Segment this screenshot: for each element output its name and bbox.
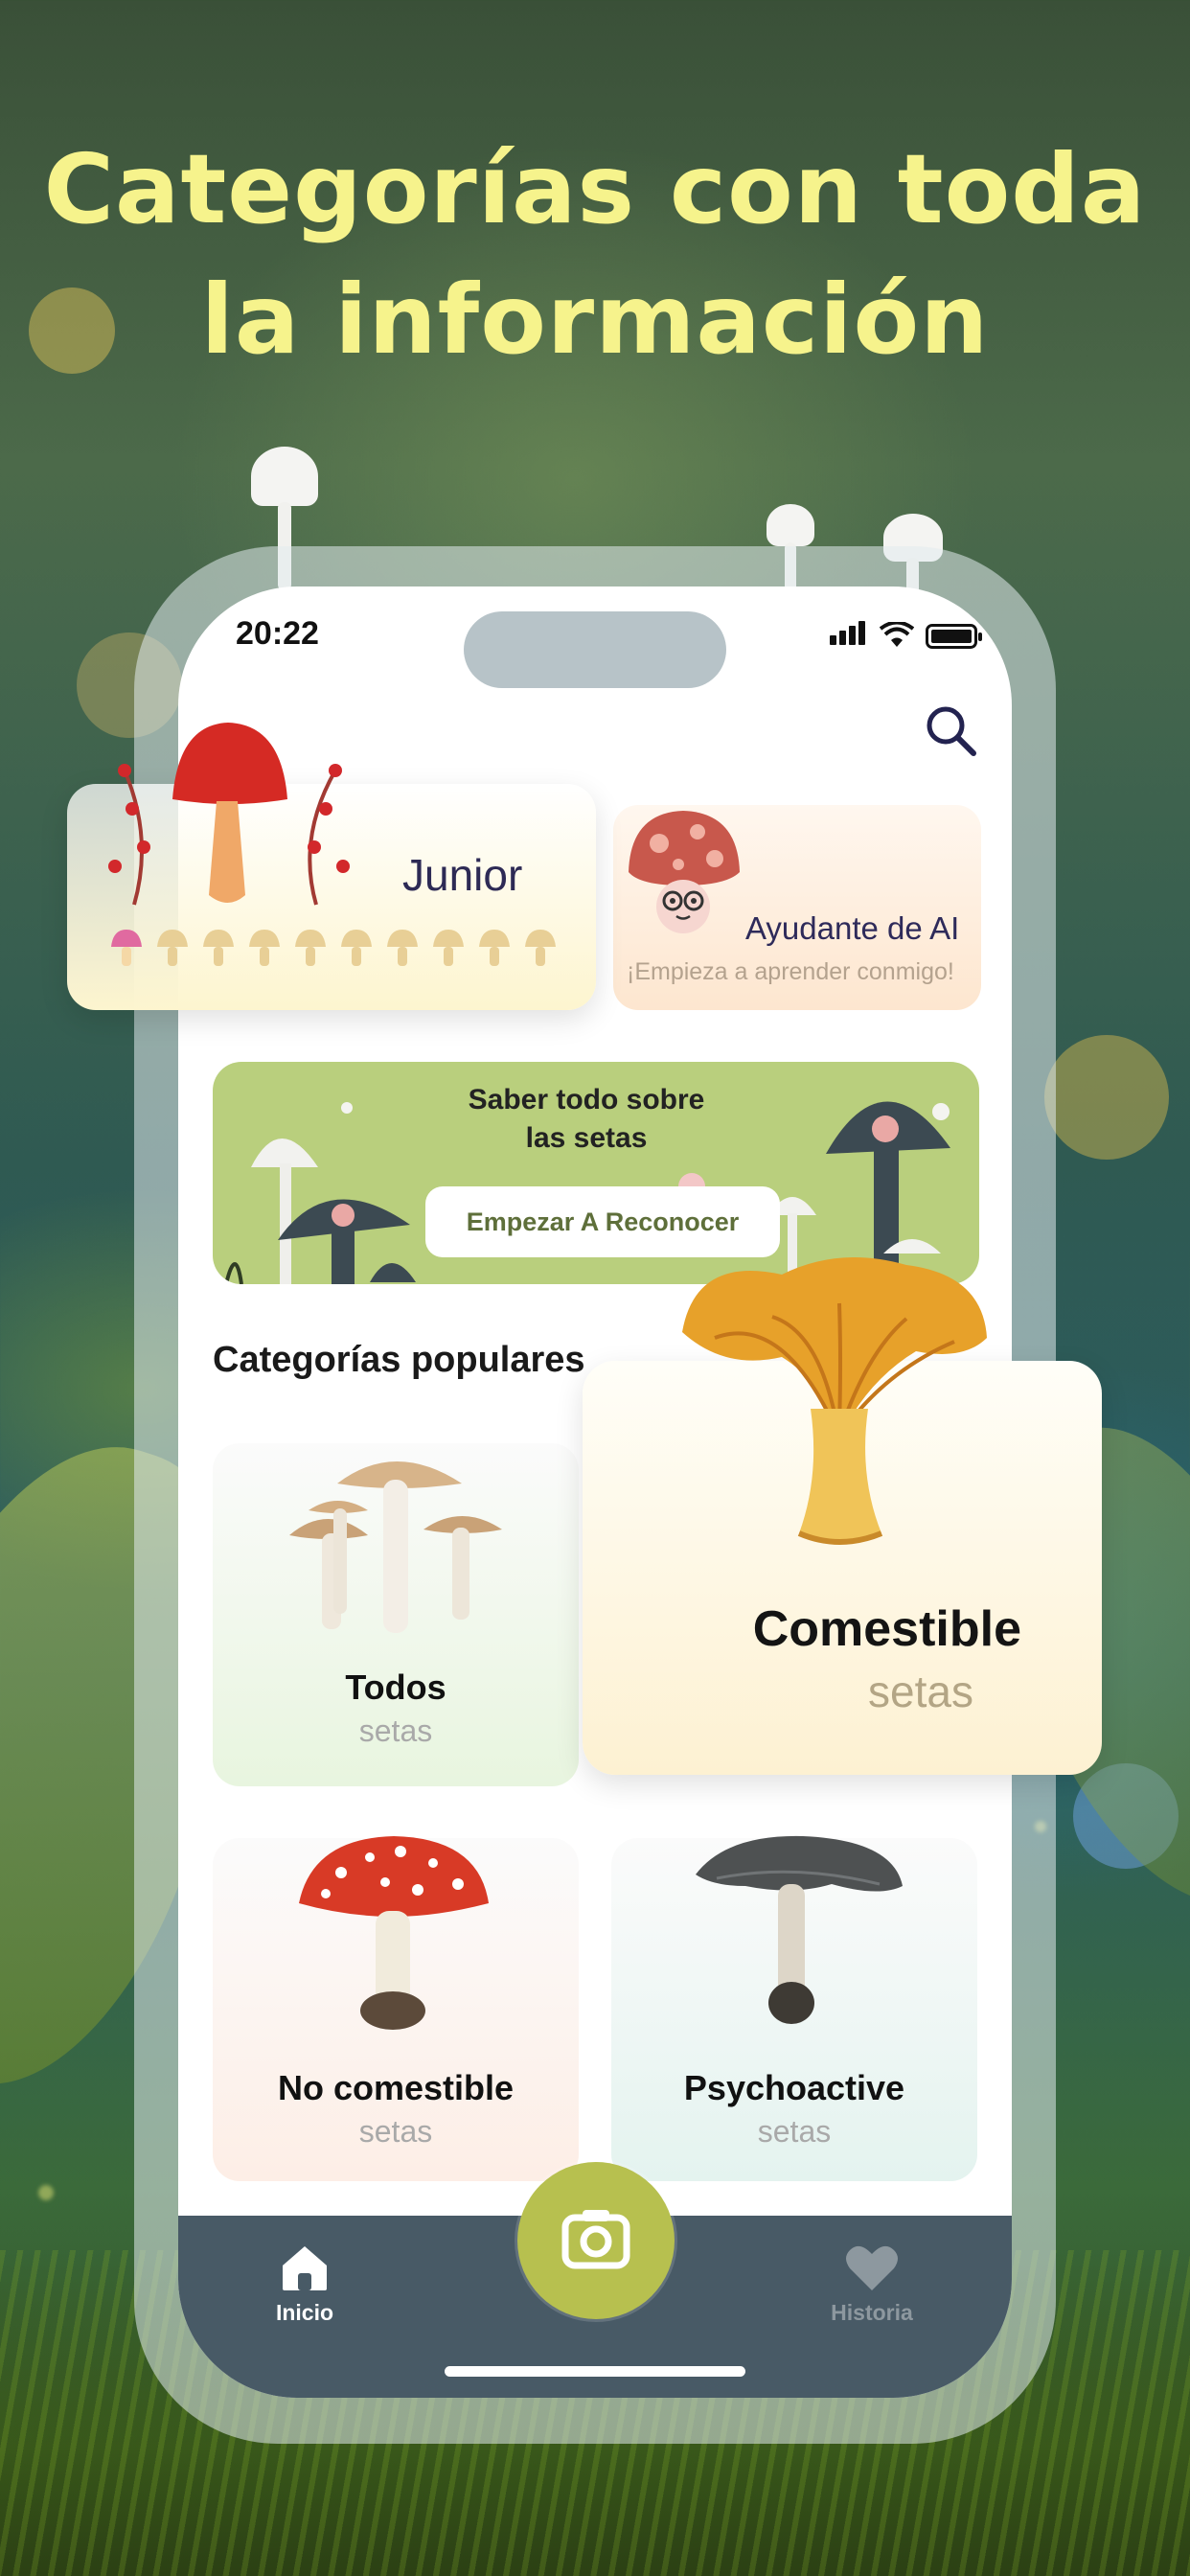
red-mushroom-icon (108, 723, 350, 906)
home-indicator (445, 2366, 745, 2377)
home-icon (283, 2246, 327, 2290)
banner-title-line-1: Saber todo sobre (468, 1084, 705, 1116)
category-name: Comestible (752, 1601, 1021, 1657)
heart-icon (846, 2245, 898, 2290)
chanterelle-icon (682, 1257, 987, 1545)
battery-icon (926, 624, 982, 649)
dynamic-island (464, 611, 726, 688)
dark-mushroom-icon (696, 1835, 903, 2024)
status-icons (830, 621, 982, 649)
category-name: No comestible (277, 2068, 515, 2107)
status-time: 20:22 (236, 615, 319, 652)
tab-history-label: Historia (831, 2300, 913, 2325)
category-card-no-comestible[interactable]: No comestible setas (213, 1836, 579, 2181)
category-card-comestible[interactable]: Comestible setas (583, 1257, 1102, 1775)
tab-home-label: Inicio (275, 2300, 334, 2325)
level-progress (109, 928, 558, 970)
search-icon[interactable] (922, 702, 979, 759)
mushroom-icon (433, 930, 464, 966)
level-card[interactable]: Junior (67, 723, 596, 1010)
firefly (38, 2185, 54, 2200)
white-mushroom-cluster-icon (289, 1461, 502, 1633)
categories-title: Categorías populares (213, 1340, 585, 1380)
category-subtitle: setas (358, 2114, 433, 2149)
mushroom-mascot-icon (629, 811, 740, 933)
mushroom-icon (479, 930, 510, 966)
category-name: Todos (345, 1668, 446, 1707)
ai-helper-card[interactable]: Ayudante de AI ¡Empieza a aprender conmi… (613, 805, 981, 1010)
headline-line-2: la información (200, 264, 990, 376)
fly-agaric-icon (299, 1836, 489, 2030)
signal-icon (830, 621, 868, 649)
mushroom-icon (341, 930, 372, 966)
bokeh-light (1044, 1035, 1169, 1160)
ai-helper-subtitle: ¡Empieza a aprender conmigo! (627, 958, 954, 985)
level-label: Junior (402, 850, 523, 900)
mushroom-icon (157, 930, 188, 966)
tab-home[interactable]: Inicio (228, 2242, 381, 2326)
banner-title: Saber todo sobre las setas (404, 1081, 768, 1158)
mushroom-icon (295, 930, 326, 966)
mushroom-icon (387, 930, 418, 966)
category-card-todos[interactable]: Todos setas (213, 1443, 579, 1786)
headline: Categorías con toda la información (0, 125, 1190, 385)
wifi-icon (880, 622, 914, 647)
category-subtitle: setas (757, 2114, 832, 2149)
mushroom-icon (249, 930, 280, 966)
pink-mushroom-icon (111, 930, 142, 966)
banner-title-line-2: las setas (525, 1122, 648, 1154)
mushroom-icon (525, 930, 556, 966)
tab-history[interactable]: Historia (795, 2242, 949, 2326)
camera-button[interactable] (517, 2162, 675, 2319)
ai-helper-title: Ayudante de AI (745, 910, 960, 946)
category-card-psychoactive[interactable]: Psychoactive setas (611, 1835, 977, 2181)
headline-line-1: Categorías con toda (43, 133, 1147, 245)
mushroom-icon (203, 930, 234, 966)
category-name: Psychoactive (683, 2068, 905, 2107)
camera-icon (561, 2210, 630, 2269)
category-subtitle: setas (868, 1667, 973, 1716)
category-subtitle: setas (358, 1714, 433, 1748)
